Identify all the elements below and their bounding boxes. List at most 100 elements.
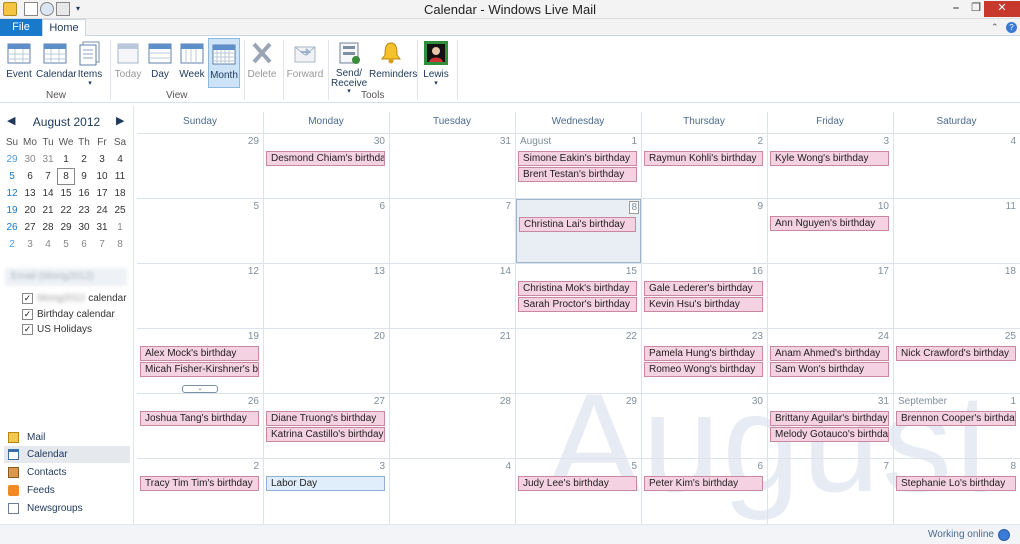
tab-file[interactable]: File [0, 19, 42, 36]
mini-calendar-day[interactable]: 29 [3, 151, 21, 168]
mini-calendar-day[interactable]: 4 [39, 236, 57, 253]
mini-calendar-day[interactable]: 5 [3, 168, 21, 185]
mini-calendar-day[interactable]: 12 [3, 185, 21, 202]
calendar-day-cell[interactable]: 7 [390, 199, 515, 263]
calendar-day-cell[interactable]: 29 [516, 394, 641, 458]
mini-calendar-day[interactable]: 22 [57, 202, 75, 219]
mini-calendar-day[interactable]: 27 [21, 219, 39, 236]
birthday-event[interactable]: Diane Truong's birthday [266, 411, 385, 426]
birthday-event[interactable]: Katrina Castillo's birthday [266, 427, 385, 442]
birthday-event[interactable]: Micah Fisher-Kirshner's birt [140, 362, 259, 377]
birthday-event[interactable]: Alex Mock's birthday [140, 346, 259, 361]
calendar-day-cell[interactable]: 23 Pamela Hung's birthday Romeo Wong's bir… [642, 329, 767, 393]
birthday-event[interactable]: Nick Crawford's birthday [896, 346, 1016, 361]
event-button[interactable]: Event [4, 38, 34, 100]
calendar-day-cell[interactable]: 12 [138, 264, 263, 328]
today-button[interactable]: Today [114, 38, 142, 100]
birthday-event[interactable]: Desmond Chiam's birthday [266, 151, 385, 166]
mini-calendar-day[interactable]: 31 [39, 151, 57, 168]
mini-calendar-day[interactable]: 19 [3, 202, 21, 219]
mini-calendar-day[interactable]: 9 [75, 168, 93, 185]
calendar-day-cell[interactable]: 26 Joshua Tang's birthday [138, 394, 263, 458]
more-events-chevron-icon[interactable]: ⌄ [182, 385, 218, 393]
holiday-event[interactable]: Labor Day [266, 476, 385, 491]
calendar-day-cell[interactable]: 15 Christina Mok's birthday Sarah Proctor'… [516, 264, 641, 328]
calendar-day-cell[interactable]: 8 Stephanie Lo's birthday [894, 459, 1020, 524]
birthday-event[interactable]: Christina Lai's birthday [519, 217, 636, 232]
calendar-day-cell[interactable]: 27 Diane Truong's birthday Katrina Castill… [264, 394, 389, 458]
calendar-day-cell[interactable]: 4 [390, 459, 515, 524]
birthday-event[interactable]: Anam Ahmed's birthday [770, 346, 889, 361]
mini-calendar-day[interactable]: 6 [21, 168, 39, 185]
birthday-event[interactable]: Judy Lee's birthday [518, 476, 637, 491]
mini-calendar-day[interactable]: 11 [111, 168, 129, 185]
birthday-event[interactable]: Peter Kim's birthday [644, 476, 763, 491]
calendar-day-cell[interactable]: 19 Alex Mock's birthday Micah Fisher-Kirsh… [138, 329, 263, 393]
calendar-day-cell[interactable]: August 1 Simone Eakin's birthday Brent Test… [516, 134, 641, 198]
mini-calendar-day[interactable]: 1 [57, 151, 75, 168]
mini-calendar-day[interactable]: 21 [39, 202, 57, 219]
birthday-event[interactable]: Raymun Kohli's birthday [644, 151, 763, 166]
birthday-event[interactable]: Brennon Cooper's birthday [896, 411, 1016, 426]
calendar-day-cell[interactable]: 10 Ann Nguyen's birthday [768, 199, 893, 263]
mini-calendar-day[interactable]: 4 [111, 151, 129, 168]
calendar-day-cell[interactable]: 7 [768, 459, 893, 524]
birthday-event[interactable]: Kevin Hsu's birthday [644, 297, 763, 312]
mini-calendar-day[interactable]: 28 [39, 219, 57, 236]
calendar-checkbox[interactable]: ✓ [22, 292, 33, 304]
calendar-day-cell[interactable]: 3 Labor Day [264, 459, 389, 524]
forward-button[interactable]: Forward [286, 38, 324, 100]
items-button[interactable]: Items ▾ [76, 38, 104, 100]
mini-calendar-day[interactable]: 31 [93, 219, 111, 236]
birthday-event[interactable]: Gale Lederer's birthday [644, 281, 763, 296]
calendar-day-cell[interactable]: 21 [390, 329, 515, 393]
birthday-event[interactable]: Joshua Tang's birthday [140, 411, 259, 426]
calendar-day-cell[interactable]: 28 [390, 394, 515, 458]
month-view-button[interactable]: Month [208, 38, 240, 88]
calendar-day-cell[interactable]: 24 Anam Ahmed's birthday Sam Won's birthda… [768, 329, 893, 393]
mini-calendar-day[interactable]: 16 [75, 185, 93, 202]
mini-calendar-day[interactable]: 1 [111, 219, 129, 236]
calendar-item-default[interactable]: ✓ Wong2012 calendar [22, 291, 127, 305]
delete-button[interactable]: Delete [247, 38, 277, 100]
mini-calendar-day[interactable]: 26 [3, 219, 21, 236]
calendar-item-birthday[interactable]: ✓ Birthday calendar [22, 307, 115, 321]
calendar-day-cell[interactable]: 22 [516, 329, 641, 393]
birthday-event[interactable]: Kyle Wong's birthday [770, 151, 889, 166]
calendar-day-cell[interactable]: 11 [894, 199, 1020, 263]
calendar-day-cell[interactable]: 25 Nick Crawford's birthday [894, 329, 1020, 393]
mini-calendar-day[interactable]: 18 [111, 185, 129, 202]
nav-item-contacts[interactable]: Contacts [4, 464, 130, 481]
mini-calendar-day[interactable]: 5 [57, 236, 75, 253]
calendar-item-us-holidays[interactable]: ✓ US Holidays [22, 322, 92, 336]
nav-item-feeds[interactable]: Feeds [4, 482, 130, 499]
help-icon[interactable]: ? [1006, 22, 1017, 33]
calendar-checkbox[interactable]: ✓ [22, 308, 33, 320]
mini-calendar-day[interactable]: 17 [93, 185, 111, 202]
mini-calendar-day[interactable]: 29 [57, 219, 75, 236]
calendar-day-cell[interactable]: 17 [768, 264, 893, 328]
birthday-event[interactable]: Melody Gotauco's birthday [770, 427, 889, 442]
mini-calendar-day[interactable]: 24 [93, 202, 111, 219]
nav-item-newsgroups[interactable]: Newsgroups [4, 500, 130, 517]
birthday-event[interactable]: Pamela Hung's birthday [644, 346, 763, 361]
mini-calendar-day[interactable]: 7 [93, 236, 111, 253]
calendar-day-cell[interactable]: 4 [894, 134, 1020, 198]
mini-calendar-day[interactable]: 8 [57, 168, 75, 185]
mini-calendar-day[interactable]: 14 [39, 185, 57, 202]
birthday-event[interactable]: Brent Testan's birthday [518, 167, 637, 182]
mini-calendar-day[interactable]: 6 [75, 236, 93, 253]
calendar-day-cell[interactable]: 30 [642, 394, 767, 458]
account-name[interactable]: Email (Wong2012) [5, 268, 127, 286]
birthday-event[interactable]: Simone Eakin's birthday [518, 151, 637, 166]
calendar-day-cell[interactable]: 6 [264, 199, 389, 263]
calendar-day-cell[interactable]: 2 Raymun Kohli's birthday [642, 134, 767, 198]
birthday-event[interactable]: Ann Nguyen's birthday [770, 216, 889, 231]
calendar-day-cell[interactable]: 31 Brittany Aguilar's birthday Melody Gota… [768, 394, 893, 458]
mini-calendar-day[interactable]: 30 [75, 219, 93, 236]
mini-calendar-day[interactable]: 10 [93, 168, 111, 185]
birthday-event[interactable]: Tracy Tim Tim's birthday [140, 476, 259, 491]
calendar-day-cell[interactable]: 29 [138, 134, 263, 198]
calendar-day-cell[interactable]: 8 Christina Lai's birthday [516, 199, 641, 263]
calendar-day-cell[interactable]: 5 [138, 199, 263, 263]
